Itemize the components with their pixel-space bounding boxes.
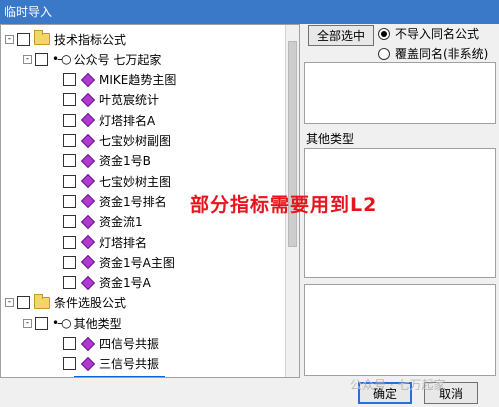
folder-icon — [34, 293, 50, 309]
tree-row-label: 资金1号排名 — [99, 194, 167, 209]
row-checkbox[interactable] — [63, 235, 76, 249]
row-checkbox[interactable] — [35, 52, 48, 66]
tree-row[interactable]: 七宝妙树副图 — [61, 131, 171, 151]
folder-icon — [34, 30, 50, 45]
title-bar: 临时导入 — [0, 0, 499, 24]
formula-icon — [80, 194, 96, 209]
formula-icon — [80, 336, 96, 351]
tree-row-label: 四信号共振 — [99, 337, 160, 351]
row-checkbox[interactable] — [63, 174, 76, 188]
tree-row[interactable]: 资金1号A主图 — [61, 252, 175, 272]
row-checkbox[interactable] — [63, 134, 76, 147]
radio-no-import-dot[interactable] — [378, 27, 390, 40]
row-checkbox[interactable] — [63, 215, 76, 229]
key-icon: •–○ — [52, 52, 72, 67]
tree-row[interactable]: 四信号共振 — [61, 334, 159, 354]
tree-row[interactable]: 叶苋宸统计 — [61, 90, 159, 110]
tree-row[interactable]: - 条件选股公式 — [5, 293, 126, 313]
row-checkbox[interactable] — [35, 316, 48, 330]
tree-row[interactable]: 灯塔排名A — [61, 110, 155, 130]
radio-overwrite[interactable]: 覆盖同名(非系统) — [378, 45, 488, 62]
formula-icon — [80, 72, 96, 87]
tree-row-label: 资金1号B — [99, 154, 151, 169]
watermark: 公众号 · 七万起家 — [350, 378, 446, 392]
tree-row[interactable]: 资金流1 — [61, 212, 143, 232]
tree-row-label: 公众号 七万起家 — [73, 52, 162, 67]
tree-row-label: 三信号共振 — [99, 357, 160, 372]
radio-overwrite-dot[interactable] — [378, 47, 390, 60]
tree-row-label: 公众号 七万起家 — [73, 375, 166, 377]
row-checkbox[interactable] — [63, 113, 76, 127]
expand-toggle-icon[interactable]: - — [23, 318, 32, 328]
formula-icon — [80, 153, 96, 168]
window-title: 临时导入 — [4, 5, 53, 19]
type-label: 其他类型 — [306, 132, 355, 146]
tree-row[interactable]: 三信号共振 — [61, 354, 159, 374]
tree-row[interactable]: 资金1号排名 — [61, 191, 167, 211]
tree-row[interactable]: 七宝妙树主图 — [61, 171, 171, 191]
formula-icon — [80, 214, 96, 229]
formula-icon — [80, 234, 96, 250]
tree-row[interactable]: 灯塔排名 — [61, 232, 147, 252]
tree-row-label: 其他类型 — [73, 316, 122, 331]
tree-row[interactable]: MIKE趋势主图 — [61, 70, 176, 90]
expand-toggle-icon[interactable]: - — [23, 54, 32, 64]
row-checkbox[interactable] — [63, 93, 76, 107]
tree-row[interactable]: 资金1号A — [61, 273, 151, 293]
tree-row[interactable]: 资金1号B — [61, 151, 151, 171]
row-checkbox[interactable] — [17, 32, 30, 46]
info-box-top — [304, 62, 496, 124]
row-checkbox[interactable] — [63, 154, 76, 168]
select-all-button[interactable]: 全部选中 — [308, 25, 374, 46]
tree-row-label: 叶苋宸统计 — [99, 93, 160, 108]
tree-row-label: 资金1号A — [99, 276, 151, 291]
tree-row[interactable]: -•–○公众号 七万起家 — [23, 374, 166, 378]
formula-icon — [80, 255, 96, 270]
row-checkbox[interactable] — [63, 357, 76, 371]
row-checkbox[interactable] — [63, 194, 76, 208]
row-checkbox[interactable] — [63, 73, 76, 87]
tree-row[interactable]: - •–○ 其他类型 — [23, 313, 122, 333]
formula-icon — [80, 113, 96, 128]
row-checkbox[interactable] — [17, 296, 30, 310]
tree-row-label: 七宝妙树副图 — [99, 134, 172, 148]
expand-toggle-icon[interactable]: - — [5, 34, 14, 44]
formula-icon — [80, 174, 96, 189]
tree-row-label: 资金1号A主图 — [99, 255, 175, 270]
key-icon: •–○ — [52, 316, 72, 331]
row-checkbox[interactable] — [63, 337, 76, 350]
row-checkbox[interactable] — [63, 276, 76, 290]
overlay-note: 部分指标需要用到L2 — [190, 194, 378, 216]
key-icon: •–○ — [52, 377, 70, 378]
tree-row-label: 技术指标公式 — [54, 32, 127, 47]
formula-icon — [80, 356, 96, 371]
formula-icon — [80, 133, 96, 148]
tree-row-label: 灯塔排名A — [99, 113, 156, 128]
tree-row-label: 资金流1 — [99, 215, 143, 230]
row-checkbox[interactable] — [63, 255, 76, 269]
tree-row[interactable]: - •–○公众号 七万起家 — [23, 49, 161, 69]
tree-row-label: 七宝妙树主图 — [99, 174, 172, 189]
info-box-bottom — [304, 284, 496, 376]
expand-toggle-icon[interactable]: - — [5, 298, 14, 308]
tree-row-label: MIKE趋势主图 — [99, 73, 177, 88]
radio-no-import[interactable]: 不导入同名公式 — [378, 25, 479, 42]
formula-icon — [80, 92, 96, 107]
tree-row[interactable]: - 技术指标公式 — [5, 29, 126, 49]
tree-row-label: 条件选股公式 — [54, 296, 127, 311]
tree-row-label: 灯塔排名 — [99, 235, 148, 250]
formula-icon — [80, 275, 96, 290]
